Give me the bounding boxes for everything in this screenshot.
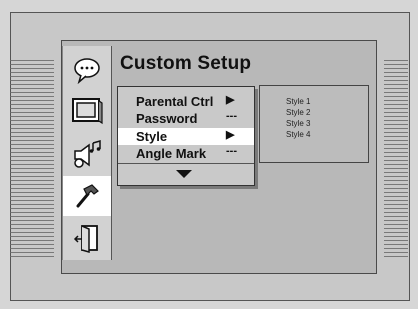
speech-bubble-icon [74,58,100,84]
sidebar-item-video[interactable] [63,90,111,130]
tv-icon [72,98,103,125]
submenu-item-style-2[interactable]: Style 2 [286,108,310,117]
menu-item-label: Angle Mark [136,146,207,161]
submenu-arrow-icon: ▶ [226,129,235,141]
page-title: Custom Setup [120,53,252,74]
left-decoration [10,60,54,260]
setup-menu: Parental Ctrl ▶ Password --- Style ▶ Ang… [117,86,255,186]
submenu-item-style-1[interactable]: Style 1 [286,97,310,106]
menu-item-angle-mark[interactable]: Angle Mark --- [118,145,254,162]
menu-item-value: --- [226,110,237,122]
sidebar-item-custom-setup[interactable] [63,176,111,216]
scroll-down-icon[interactable] [176,170,192,178]
menu-divider [118,163,254,164]
hammer-icon [76,184,99,208]
menu-item-label: Parental Ctrl [136,94,214,109]
menu-item-password[interactable]: Password --- [118,110,254,127]
menu-item-parental-ctrl[interactable]: Parental Ctrl ▶ [118,93,254,110]
exit-door-icon [73,225,98,253]
menu-item-value: --- [226,145,237,157]
sidebar-item-audio[interactable] [63,134,111,174]
style-submenu: Style 1 Style 2 Style 3 Style 4 [259,85,369,163]
sidebar-item-language[interactable] [63,50,111,90]
submenu-item-style-4[interactable]: Style 4 [286,130,310,139]
menu-item-style[interactable]: Style ▶ [118,128,254,145]
speaker-music-icon [74,140,101,168]
submenu-arrow-icon: ▶ [226,94,235,106]
menu-item-label: Password [136,111,198,126]
submenu-item-style-3[interactable]: Style 3 [286,119,310,128]
sidebar-item-exit[interactable] [63,218,111,258]
icon-sidebar [62,46,112,260]
right-decoration [384,60,408,260]
menu-item-label: Style [136,129,168,144]
